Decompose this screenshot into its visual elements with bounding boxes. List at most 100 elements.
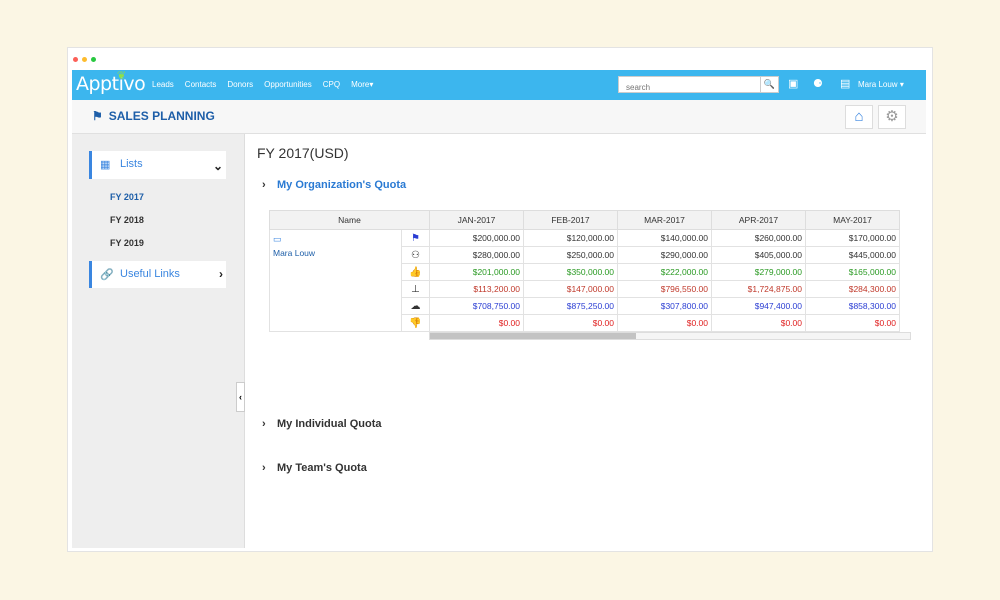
search-box bbox=[618, 76, 761, 95]
fiscal-year-title: FY 2017(USD) bbox=[257, 145, 349, 161]
table-cell: $307,800.00 bbox=[617, 297, 712, 315]
leaf-icon: ❦ bbox=[117, 69, 126, 82]
scrollbar-thumb[interactable] bbox=[430, 333, 637, 339]
table-cell: $0.00 bbox=[523, 314, 618, 332]
org-quota-toggle[interactable]: › My Organization's Quota bbox=[262, 179, 406, 191]
apptivo-logo[interactable]: Apptivo ❦ bbox=[76, 69, 146, 95]
table-cell: $250,000.00 bbox=[523, 246, 618, 264]
table-cell: $201,000.00 bbox=[429, 263, 524, 281]
sidebar-item-fy-2019[interactable]: FY 2019 bbox=[110, 238, 144, 248]
table-cell: $0.00 bbox=[617, 314, 712, 332]
sidebar-item-fy-2017[interactable]: FY 2017 bbox=[110, 192, 144, 202]
column-header-feb[interactable]: FEB-2017 bbox=[523, 210, 618, 230]
thumbs-up-icon: 👍 bbox=[401, 263, 430, 281]
table-cell: $222,000.00 bbox=[617, 263, 712, 281]
page-header: ⚑ SALES PLANNING ⌂ ⚙ bbox=[72, 100, 926, 134]
contact-card-icon[interactable]: ▭ bbox=[273, 234, 398, 245]
table-header-row: Name JAN-2017 FEB-2017 MAR-2017 APR-2017… bbox=[269, 210, 900, 230]
table-cell: $0.00 bbox=[429, 314, 524, 332]
table-cell: $260,000.00 bbox=[711, 229, 806, 247]
nav-leads[interactable]: Leads bbox=[152, 80, 174, 89]
caret-down-icon: ▾ bbox=[369, 80, 374, 89]
table-cell: $875,250.00 bbox=[523, 297, 618, 315]
column-header-may[interactable]: MAY-2017 bbox=[805, 210, 900, 230]
nav-more[interactable]: More▾ bbox=[351, 80, 373, 89]
search-input[interactable] bbox=[619, 80, 760, 95]
close-window-button[interactable] bbox=[73, 57, 78, 62]
table-cell: $0.00 bbox=[711, 314, 806, 332]
lists-label: Lists bbox=[120, 158, 143, 170]
nav-opportunities[interactable]: Opportunities bbox=[264, 80, 312, 89]
chevron-right-icon: › bbox=[262, 462, 266, 474]
table-cell: $200,000.00 bbox=[429, 229, 524, 247]
settings-button[interactable]: ⚙ bbox=[878, 105, 906, 129]
table-cell: $284,300.00 bbox=[805, 280, 900, 298]
page-title: ⚑ SALES PLANNING bbox=[92, 109, 215, 123]
table-cell: $279,000.00 bbox=[711, 263, 806, 281]
user-group-icon[interactable]: ⚈ bbox=[813, 78, 823, 90]
lists-menu[interactable]: ▦ Lists ⌄ bbox=[89, 151, 226, 179]
team-quota-toggle[interactable]: › My Team's Quota bbox=[262, 462, 367, 474]
table-cell: $140,000.00 bbox=[617, 229, 712, 247]
maximize-window-button[interactable] bbox=[91, 57, 96, 62]
individual-quota-toggle[interactable]: › My Individual Quota bbox=[262, 418, 382, 430]
weather-icon: ☁ bbox=[401, 297, 430, 315]
table-cell: $405,000.00 bbox=[711, 246, 806, 264]
table-cell: $170,000.00 bbox=[805, 229, 900, 247]
owner-link[interactable]: Mara Louw bbox=[273, 248, 398, 258]
horizontal-scrollbar[interactable] bbox=[429, 332, 911, 340]
sidebar-collapse-button[interactable]: ‹ bbox=[236, 382, 245, 412]
table-cell: $165,000.00 bbox=[805, 263, 900, 281]
archive-icon[interactable]: ▣ bbox=[788, 78, 798, 90]
top-nav-bar: Apptivo ❦ Leads Contacts Donors Opportuni… bbox=[72, 69, 926, 100]
minimize-window-button[interactable] bbox=[82, 57, 87, 62]
flag-icon: ⚑ bbox=[92, 109, 103, 123]
table-cell: $947,400.00 bbox=[711, 297, 806, 315]
search-icon: 🔍 bbox=[763, 79, 776, 89]
window-controls bbox=[73, 57, 96, 62]
org-quota-table: Name JAN-2017 FEB-2017 MAR-2017 APR-2017… bbox=[269, 210, 900, 332]
flag-icon: ⚑ bbox=[401, 229, 430, 247]
column-header-mar[interactable]: MAR-2017 bbox=[617, 210, 712, 230]
chevron-right-icon: › bbox=[262, 179, 266, 191]
user-menu[interactable]: Mara Louw ▾ bbox=[858, 80, 904, 89]
home-button[interactable]: ⌂ bbox=[845, 105, 873, 129]
main-nav: Leads Contacts Donors Opportunities CPQ … bbox=[152, 80, 373, 89]
owner-cell: ▭ Mara Louw bbox=[269, 229, 402, 332]
table-cell: $350,000.00 bbox=[523, 263, 618, 281]
sidebar-item-fy-2018[interactable]: FY 2018 bbox=[110, 215, 144, 225]
table-cell: $280,000.00 bbox=[429, 246, 524, 264]
chevron-right-icon: › bbox=[219, 267, 223, 281]
useful-links-label: Useful Links bbox=[120, 268, 180, 280]
caret-down-icon: ▾ bbox=[899, 80, 904, 89]
nav-cpq[interactable]: CPQ bbox=[323, 80, 340, 89]
thumbs-down-icon: 👎 bbox=[401, 314, 430, 332]
column-header-apr[interactable]: APR-2017 bbox=[711, 210, 806, 230]
search-button[interactable]: 🔍 bbox=[761, 76, 779, 93]
nav-contacts[interactable]: Contacts bbox=[185, 80, 217, 89]
table-cell: $120,000.00 bbox=[523, 229, 618, 247]
main-content: FY 2017(USD) › My Organization's Quota Na… bbox=[246, 134, 926, 548]
nav-donors[interactable]: Donors bbox=[227, 80, 253, 89]
home-icon: ⌂ bbox=[854, 108, 864, 125]
table-cell: $445,000.00 bbox=[805, 246, 900, 264]
chevron-right-icon: › bbox=[262, 418, 266, 430]
table-cell: $0.00 bbox=[805, 314, 900, 332]
column-header-jan[interactable]: JAN-2017 bbox=[429, 210, 524, 230]
useful-links-menu[interactable]: 🔗 Useful Links › bbox=[89, 261, 226, 288]
table-cell: $708,750.00 bbox=[429, 297, 524, 315]
table-cell: $1,724,875.00 bbox=[711, 280, 806, 298]
table-cell: $113,200.00 bbox=[429, 280, 524, 298]
chevron-down-icon: ⌄ bbox=[212, 159, 223, 173]
gear-icon: ⚙ bbox=[885, 108, 899, 125]
calendar-icon: ▦ bbox=[100, 159, 111, 171]
handshake-icon: ⚇ bbox=[401, 246, 430, 264]
table-cell: $796,550.00 bbox=[617, 280, 712, 298]
column-header-name[interactable]: Name bbox=[269, 210, 430, 230]
chevron-left-icon: ‹ bbox=[239, 392, 242, 402]
table-cell: $858,300.00 bbox=[805, 297, 900, 315]
tap-icon: ⊥ bbox=[401, 280, 430, 298]
table-cell: $290,000.00 bbox=[617, 246, 712, 264]
app-window: Apptivo ❦ Leads Contacts Donors Opportuni… bbox=[67, 47, 933, 552]
save-icon[interactable]: ▤ bbox=[840, 78, 850, 90]
